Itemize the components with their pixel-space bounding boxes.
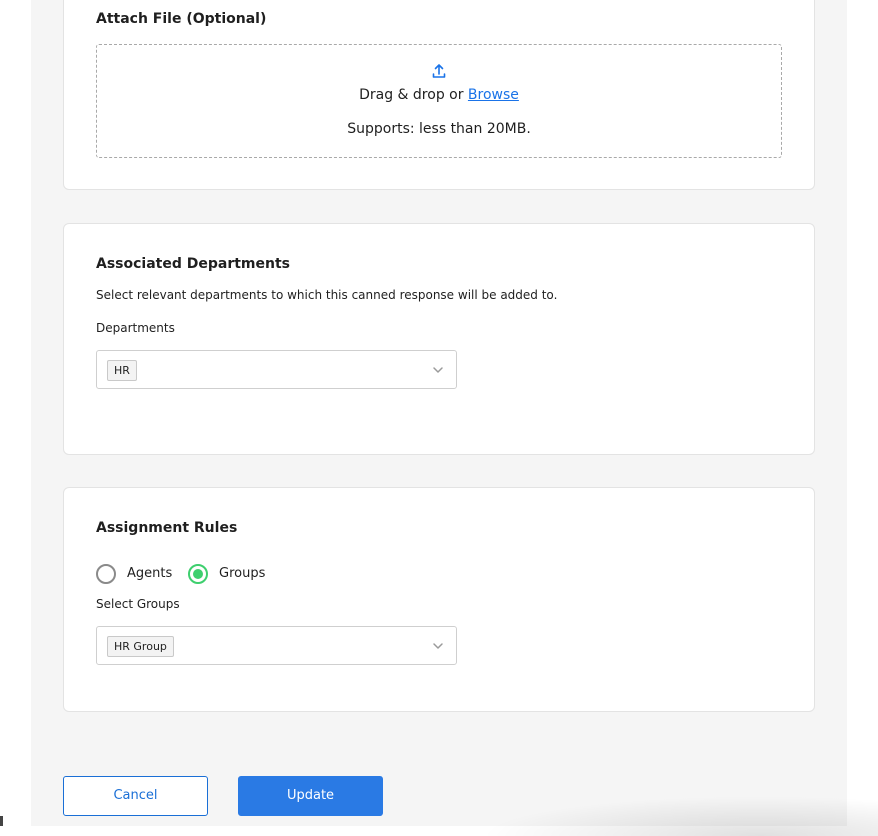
attach-file-card: Attach File (Optional) Drag & drop or Br… [63, 0, 815, 190]
departments-description: Select relevant departments to which thi… [96, 288, 558, 302]
drag-drop-text: Drag & drop or [359, 87, 468, 103]
assignment-rules-title: Assignment Rules [96, 520, 238, 536]
departments-card: Associated Departments Select relevant d… [63, 223, 815, 455]
file-dropzone[interactable]: Drag & drop or Browse Supports: less tha… [96, 44, 782, 158]
radio-groups[interactable] [188, 564, 208, 584]
update-button[interactable]: Update [238, 776, 383, 816]
upload-icon [432, 64, 446, 78]
departments-label: Departments [96, 321, 175, 335]
radio-groups-label[interactable]: Groups [219, 566, 265, 581]
departments-title: Associated Departments [96, 256, 291, 272]
departments-select[interactable]: HR [96, 350, 457, 389]
cancel-button[interactable]: Cancel [63, 776, 208, 816]
chevron-down-icon[interactable] [432, 640, 444, 652]
select-groups-label: Select Groups [96, 597, 180, 611]
scroll-edge-marker [0, 816, 3, 826]
browse-link[interactable]: Browse [468, 87, 519, 103]
radio-agents-label[interactable]: Agents [127, 566, 172, 581]
attach-file-title: Attach File (Optional) [96, 11, 267, 27]
radio-agents[interactable] [96, 564, 116, 584]
form-page: Attach File (Optional) Drag & drop or Br… [31, 0, 847, 826]
group-chip-hr-group[interactable]: HR Group [107, 636, 174, 657]
groups-select[interactable]: HR Group [96, 626, 457, 665]
file-size-hint: Supports: less than 20MB. [347, 121, 531, 137]
department-chip-hr[interactable]: HR [107, 360, 137, 381]
chevron-down-icon[interactable] [432, 364, 444, 376]
assignment-rules-card: Assignment Rules Agents Groups Select Gr… [63, 487, 815, 712]
dropzone-instructions: Drag & drop or Browse [97, 87, 781, 103]
